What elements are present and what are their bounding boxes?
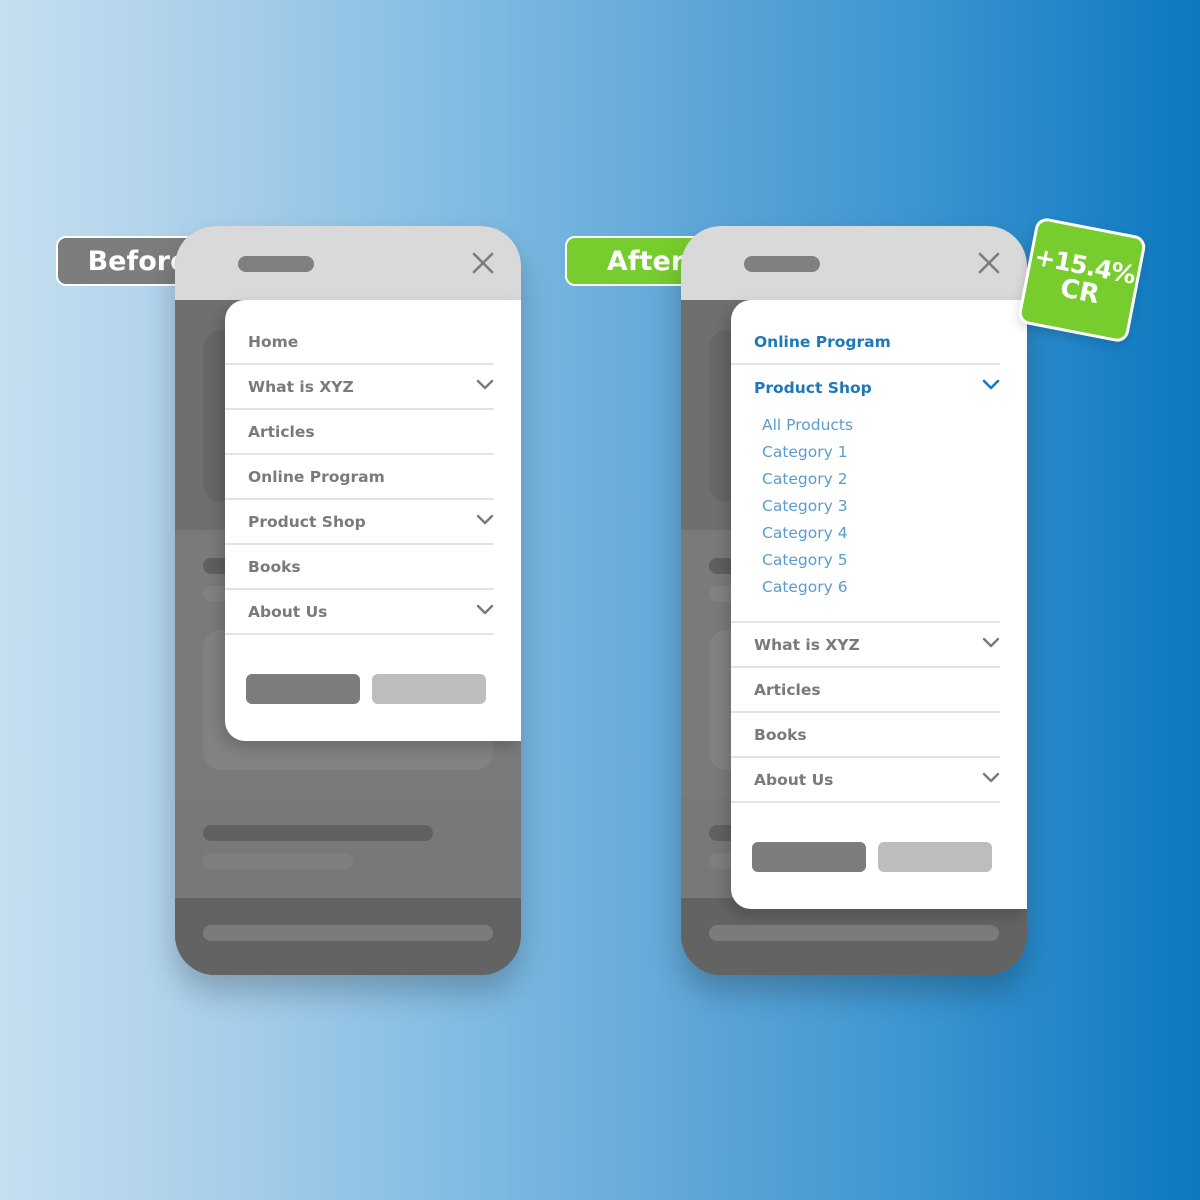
menu-item-label: Product Shop xyxy=(754,378,872,397)
chevron-down-icon[interactable] xyxy=(476,604,494,616)
background-footer-bar xyxy=(203,925,493,941)
menu-item-about-us[interactable]: About Us xyxy=(731,758,1000,803)
menu-item-about-us[interactable]: About Us xyxy=(225,590,494,635)
close-icon[interactable] xyxy=(978,252,1000,274)
submenu-item-all-products[interactable]: All Products xyxy=(762,412,1000,439)
close-icon[interactable] xyxy=(472,252,494,274)
conversion-rate-badge: +15.4% CR xyxy=(1016,216,1148,344)
chevron-down-icon[interactable] xyxy=(476,379,494,391)
badge-metric: CR xyxy=(1057,273,1102,311)
product-shop-submenu: All Products Category 1 Category 2 Categ… xyxy=(731,410,1000,623)
logo-placeholder xyxy=(744,256,820,272)
submenu-item-category-6[interactable]: Category 6 xyxy=(762,574,1000,601)
menu-item-product-shop[interactable]: Product Shop xyxy=(731,365,1000,410)
menu-item-label: What is XYZ xyxy=(754,635,860,654)
menu-item-label: What is XYZ xyxy=(248,377,354,396)
menu-item-articles[interactable]: Articles xyxy=(225,410,494,455)
menu-item-what-is-xyz[interactable]: What is XYZ xyxy=(731,623,1000,668)
menu-item-home[interactable]: Home xyxy=(225,320,494,365)
submenu-item-category-2[interactable]: Category 2 xyxy=(762,466,1000,493)
menu-item-online-program[interactable]: Online Program xyxy=(731,320,1000,365)
secondary-button[interactable] xyxy=(372,674,486,704)
background-text-line xyxy=(203,853,353,869)
chevron-down-icon[interactable] xyxy=(982,379,1000,391)
background-text-line xyxy=(203,825,433,841)
menu-item-label: Books xyxy=(248,557,301,576)
menu-item-label: Online Program xyxy=(248,467,385,486)
phone-header xyxy=(681,226,1027,300)
menu-actions xyxy=(752,842,992,872)
menu-item-label: About Us xyxy=(248,602,328,621)
phone-before: Home What is XYZ Articles Online Program… xyxy=(175,226,521,975)
menu-item-online-program[interactable]: Online Program xyxy=(225,455,494,500)
background-band xyxy=(175,798,521,898)
submenu-item-category-5[interactable]: Category 5 xyxy=(762,547,1000,574)
submenu-item-category-1[interactable]: Category 1 xyxy=(762,439,1000,466)
chevron-down-icon[interactable] xyxy=(982,637,1000,649)
phone-header xyxy=(175,226,521,300)
primary-button[interactable] xyxy=(246,674,360,704)
menu-item-label: Articles xyxy=(248,422,315,441)
menu-item-label: Home xyxy=(248,332,299,351)
submenu-item-category-3[interactable]: Category 3 xyxy=(762,493,1000,520)
primary-button[interactable] xyxy=(752,842,866,872)
background-footer-bar xyxy=(709,925,999,941)
menu-item-label: Product Shop xyxy=(248,512,366,531)
menu-item-what-is-xyz[interactable]: What is XYZ xyxy=(225,365,494,410)
menu-item-label: Books xyxy=(754,725,807,744)
secondary-button[interactable] xyxy=(878,842,992,872)
menu-item-label: Online Program xyxy=(754,332,891,351)
submenu-item-category-4[interactable]: Category 4 xyxy=(762,520,1000,547)
nav-menu-after: Online Program Product Shop All Products… xyxy=(731,300,1027,909)
menu-actions xyxy=(246,674,486,704)
menu-item-label: About Us xyxy=(754,770,834,789)
chevron-down-icon[interactable] xyxy=(982,772,1000,784)
menu-item-articles[interactable]: Articles xyxy=(731,668,1000,713)
nav-menu-before: Home What is XYZ Articles Online Program… xyxy=(225,300,521,741)
menu-item-books[interactable]: Books xyxy=(225,545,494,590)
logo-placeholder xyxy=(238,256,314,272)
chevron-down-icon[interactable] xyxy=(476,514,494,526)
phone-after: Online Program Product Shop All Products… xyxy=(681,226,1027,975)
menu-item-product-shop[interactable]: Product Shop xyxy=(225,500,494,545)
menu-item-label: Articles xyxy=(754,680,821,699)
menu-item-books[interactable]: Books xyxy=(731,713,1000,758)
